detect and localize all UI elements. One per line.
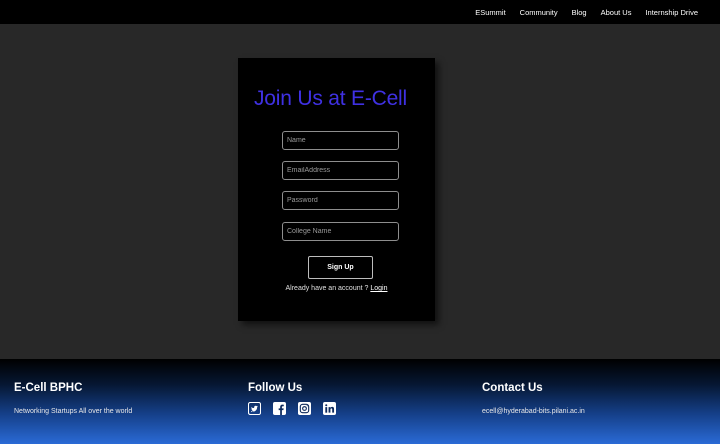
- college-field[interactable]: [282, 222, 399, 241]
- email-field[interactable]: [282, 161, 399, 180]
- footer-follow: Follow Us: [248, 382, 302, 394]
- footer: E-Cell BPHC Networking Startups All over…: [0, 359, 720, 444]
- nav-links: ESummit Community Blog About Us Internsh…: [475, 0, 698, 24]
- login-prompt: Already have an account ? Login: [238, 285, 435, 292]
- footer-brand-heading: E-Cell BPHC: [14, 382, 83, 394]
- nav-link-about-us[interactable]: About Us: [601, 8, 632, 17]
- name-field[interactable]: [282, 131, 399, 150]
- facebook-icon[interactable]: [273, 402, 286, 415]
- nav-link-esummit[interactable]: ESummit: [475, 8, 505, 17]
- nav-link-blog[interactable]: Blog: [572, 8, 587, 17]
- footer-brand: E-Cell BPHC: [14, 382, 82, 394]
- footer-contact-email[interactable]: ecell@hyderabad-bits.pilani.ac.in: [482, 408, 585, 415]
- twitter-icon[interactable]: [248, 402, 261, 415]
- linkedin-icon[interactable]: [323, 402, 336, 415]
- password-field[interactable]: [282, 191, 399, 210]
- signup-button[interactable]: Sign Up: [308, 256, 373, 279]
- nav-link-community[interactable]: Community: [520, 8, 558, 17]
- footer-follow-heading: Follow Us: [248, 382, 303, 394]
- footer-tagline: Networking Startups All over the world: [14, 408, 133, 415]
- instagram-icon[interactable]: [298, 402, 311, 415]
- form-title: Join Us at E-Cell: [254, 87, 407, 110]
- login-link[interactable]: Login: [370, 285, 387, 292]
- account-prompt-text: Already have an account ?: [285, 285, 371, 292]
- footer-contact-heading: Contact Us: [482, 382, 543, 394]
- navbar: ESummit Community Blog About Us Internsh…: [0, 0, 720, 24]
- nav-link-internship-drive[interactable]: Internship Drive: [645, 8, 698, 17]
- footer-contact: Contact Us: [482, 382, 543, 394]
- social-icons: [248, 402, 336, 415]
